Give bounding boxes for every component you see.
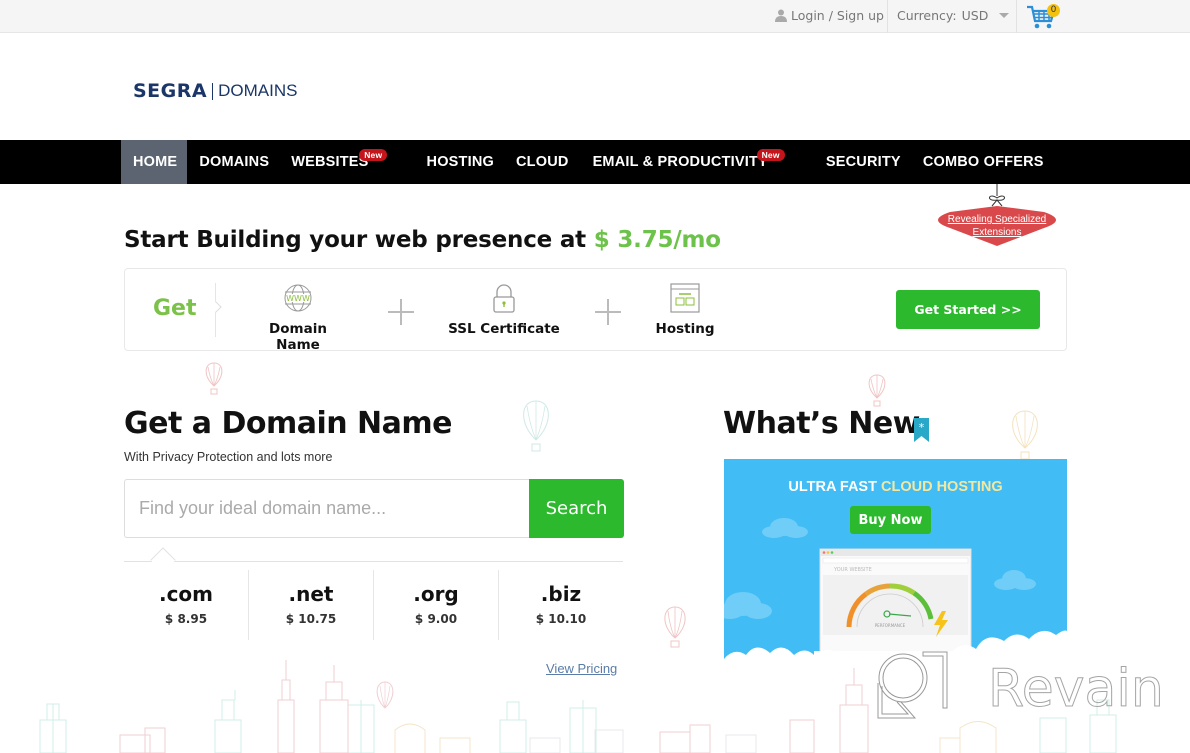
plus-icon (388, 299, 414, 325)
nav-label: WEBSITES (291, 154, 369, 170)
chevron-down-icon (999, 13, 1010, 18)
bundle-offer-box: Get WWW Domain Name SSL Certificate Host… (124, 268, 1067, 353)
tld-extension: .com (158, 582, 214, 606)
tld-extension: .biz (540, 582, 582, 606)
nav-label: COMBO OFFERS (922, 154, 1044, 170)
divider (124, 561, 623, 562)
building-icon (39, 690, 1117, 753)
nav-label: DOMAINS (199, 154, 270, 170)
get-label: Get (153, 296, 197, 321)
main-nav: HOME DOMAINS WEBSITES New HOSTING CLOUD E… (0, 140, 1190, 184)
domain-section-subtitle: With Privacy Protection and lots more (124, 450, 333, 464)
new-badge: New (756, 149, 785, 161)
user-icon (775, 9, 787, 22)
nav-item-cloud[interactable]: CLOUD (504, 140, 581, 184)
specialized-extensions-ornament[interactable]: Revealing Specialized Extensions (926, 184, 1068, 248)
login-label: Login / Sign up (791, 8, 884, 23)
tld-price: $ 10.75 (285, 612, 337, 626)
mock-site-label: YOUR WEBSITE (833, 567, 872, 573)
logo-brand: SEGRA (133, 80, 208, 102)
plus-icon (595, 299, 621, 325)
logo-product: DOMAINS (218, 81, 298, 100)
promo-title-a: ULTRA FAST (788, 479, 881, 495)
balloon-icon (1012, 410, 1038, 460)
top-utility-bar: Login / Sign up Currency: USD 0 (0, 0, 1190, 33)
nav-item-hosting[interactable]: HOSTING (415, 140, 504, 184)
get-started-button[interactable]: Get Started >> (896, 290, 1040, 329)
bookmark-star-icon: * (914, 418, 929, 442)
tld-item-org: .org $ 9.00 (373, 570, 498, 640)
ornament-text: Revealing Specialized Extensions (926, 213, 1068, 239)
hosting-window-icon (670, 283, 700, 313)
bundle-item-domain-name: WWW Domain Name (248, 283, 348, 353)
promo-title-b: CLOUD HOSTING (881, 479, 1003, 495)
bundle-item-ssl-certificate: SSL Certificate (445, 283, 563, 337)
logo-divider (212, 82, 214, 100)
buy-now-button[interactable]: Buy Now (850, 506, 931, 534)
nav-item-combo-offers[interactable]: COMBO OFFERS (911, 140, 1054, 184)
www-globe-icon: WWW (284, 284, 312, 312)
hero-headline: Start Building your web presence at $ 3.… (124, 227, 721, 253)
login-signup-link[interactable]: Login / Sign up (775, 8, 884, 23)
padlock-icon (493, 284, 515, 313)
tld-item-biz: .biz $ 10.10 (498, 570, 623, 640)
topbar-divider (887, 0, 888, 33)
new-badge: New (359, 149, 388, 161)
bundle-item-label: Hosting (655, 321, 715, 337)
nav-item-home[interactable]: HOME (121, 140, 188, 184)
balloon-icon (523, 400, 549, 452)
pointer-notch (150, 547, 176, 573)
nav-item-email-productivity[interactable]: EMAIL & PRODUCTIVITY New (581, 140, 814, 184)
tld-extension: .org (413, 582, 459, 606)
search-button[interactable]: Search (529, 479, 624, 538)
nav-label: SECURITY (825, 154, 901, 170)
building-icon (529, 729, 757, 753)
tld-item-net: .net $ 10.75 (248, 570, 373, 640)
topbar-divider (1016, 0, 1017, 33)
ornament-line-1: Revealing Specialized (947, 214, 1047, 225)
bundle-item-label: SSL Certificate (448, 321, 560, 337)
segra-domains-logo[interactable]: SEGRA DOMAINS (133, 80, 297, 102)
currency-value: USD (961, 8, 989, 23)
tld-price: $ 10.10 (535, 612, 587, 626)
nav-label: HOME (133, 154, 178, 170)
cloud-hosting-promo-banner[interactable]: YOUR WEBSITE PERFORMANCE ULTRA FAST CLOU… (724, 459, 1067, 674)
nav-item-security[interactable]: SECURITY (814, 140, 911, 184)
building-icon (394, 721, 997, 753)
whats-new-title: What’s New (723, 406, 920, 441)
nav-label: HOSTING (426, 154, 494, 170)
ornament-line-2: Extensions (972, 227, 1022, 238)
tld-extension: .net (288, 582, 334, 606)
bundle-item-hosting: Hosting (645, 283, 725, 337)
nav-item-domains[interactable]: DOMAINS (187, 140, 279, 184)
tld-price: $ 8.95 (164, 612, 208, 626)
domain-section-title: Get a Domain Name (124, 406, 453, 441)
svg-text:*: * (919, 421, 925, 434)
headline-text: Start Building your web presence at (124, 227, 594, 253)
balloon-icon (664, 606, 686, 648)
view-pricing-link[interactable]: View Pricing (546, 661, 617, 676)
nav-item-websites[interactable]: WEBSITES New (279, 140, 414, 184)
currency-selector[interactable]: Currency: USD (897, 8, 1010, 23)
tld-price: $ 9.00 (414, 612, 458, 626)
svg-text:WWW: WWW (286, 294, 310, 303)
currency-label: Currency: (897, 8, 957, 23)
chevron-right-icon (210, 301, 222, 313)
balloon-icon (376, 681, 394, 709)
tld-item-com: .com $ 8.95 (124, 570, 248, 640)
cart-count-badge: 0 (1047, 4, 1060, 17)
nav-label: EMAIL & PRODUCTIVITY (592, 154, 768, 170)
bundle-item-label: Domain Name (269, 321, 327, 353)
promo-title: ULTRA FAST CLOUD HOSTING (724, 479, 1067, 495)
balloon-icon (205, 362, 223, 395)
tld-price-list: .com $ 8.95 .net $ 10.75 .org $ 9.00 .bi… (124, 570, 623, 640)
nav-label: CLOUD (516, 154, 569, 170)
domain-search-form: Search (124, 479, 624, 538)
domain-search-input[interactable] (124, 479, 530, 538)
gauge-label: PERFORMANCE (875, 623, 906, 628)
headline-price: $ 3.75/mo (593, 227, 721, 253)
balloon-icon (868, 374, 886, 407)
